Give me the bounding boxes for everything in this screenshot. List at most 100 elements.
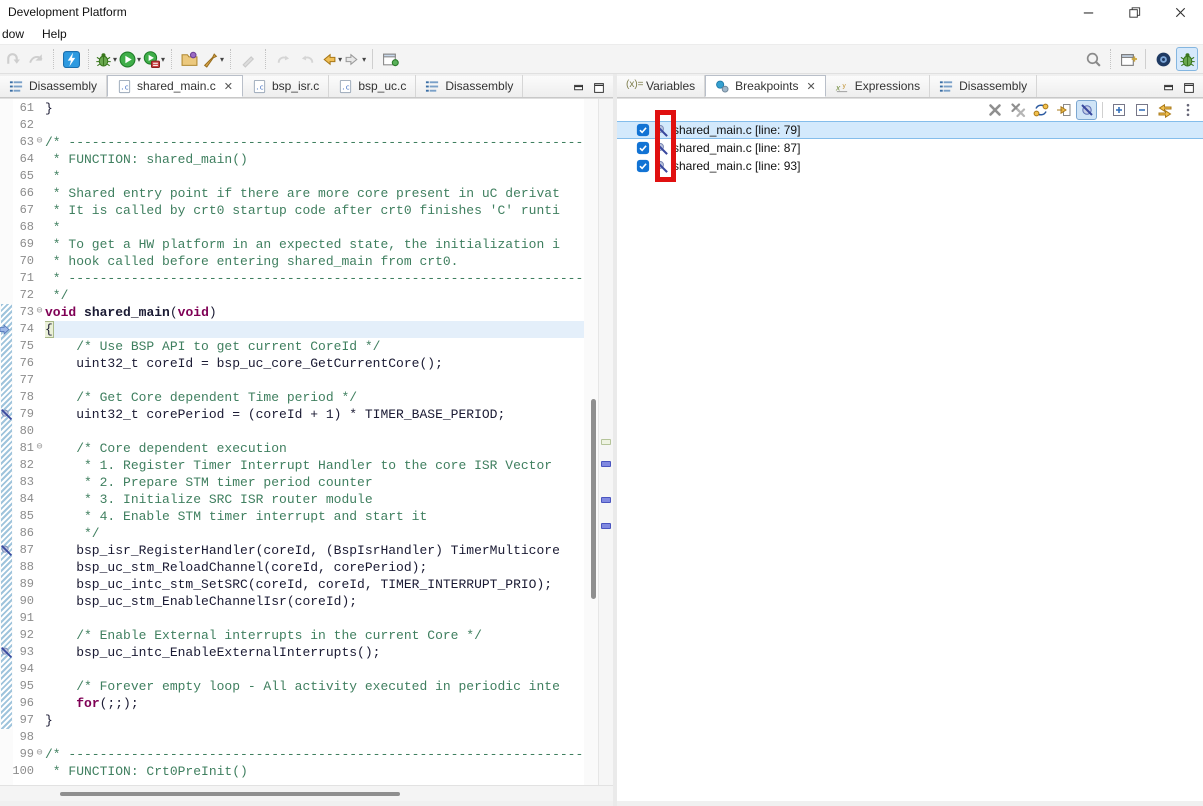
code-line-91[interactable]: 91 bbox=[0, 610, 584, 627]
debug-perspective-icon[interactable] bbox=[1176, 47, 1198, 71]
collapse-all-icon[interactable] bbox=[1131, 100, 1152, 120]
minimize-view-icon[interactable] bbox=[569, 79, 589, 97]
code-line-62[interactable]: 62 bbox=[0, 117, 584, 134]
maximize-view-icon[interactable] bbox=[589, 79, 609, 97]
code-line-68[interactable]: 68 * bbox=[0, 219, 584, 236]
expand-all-icon[interactable] bbox=[1108, 100, 1129, 120]
editor-tab-disassembly[interactable]: Disassembly bbox=[0, 75, 107, 97]
code-line-83[interactable]: 83 * 2. Prepare STM timer period counter bbox=[0, 474, 584, 491]
fold-collapse-icon[interactable]: ⊖ bbox=[34, 134, 45, 151]
code-line-61[interactable]: 61} bbox=[0, 100, 584, 117]
breakpoint-checkbox[interactable] bbox=[636, 141, 650, 155]
code-line-75[interactable]: 75 /* Use BSP API to get current CoreId … bbox=[0, 338, 584, 355]
overview-breakpoint-marker[interactable] bbox=[601, 497, 611, 503]
code-line-79[interactable]: 79 uint32_t corePeriod = (coreId + 1) * … bbox=[0, 406, 584, 423]
breakpoint-checkbox[interactable] bbox=[636, 159, 650, 173]
open-perspective-icon[interactable] bbox=[1117, 47, 1139, 71]
remove-selected-breakpoints-icon[interactable] bbox=[984, 100, 1005, 120]
code-line-78[interactable]: 78 /* Get Core dependent Time period */ bbox=[0, 389, 584, 406]
code-line-89[interactable]: 89 bsp_uc_intc_stm_SetSRC(coreId, coreId… bbox=[0, 576, 584, 593]
maximize-view-icon[interactable] bbox=[1179, 79, 1199, 97]
code-line-96[interactable]: 96 for(;;); bbox=[0, 695, 584, 712]
external-tools-icon[interactable]: ▾ bbox=[202, 47, 224, 71]
panel-tab-disassembly[interactable]: Disassembly bbox=[930, 75, 1037, 97]
code-line-69[interactable]: 69 * To get a HW platform in an expected… bbox=[0, 236, 584, 253]
code-line-80[interactable]: 80 bbox=[0, 423, 584, 440]
code-line-77[interactable]: 77 bbox=[0, 372, 584, 389]
code-line-73[interactable]: 73⊖void shared_main(void) bbox=[0, 304, 584, 321]
code-line-66[interactable]: 66 * Shared entry point if there are mor… bbox=[0, 185, 584, 202]
run-icon[interactable]: ▾ bbox=[119, 47, 141, 71]
forward-history-icon[interactable]: ▾ bbox=[344, 47, 366, 71]
restore-icon[interactable] bbox=[1111, 0, 1157, 24]
overview-current-line-marker[interactable] bbox=[601, 439, 611, 445]
code-line-74[interactable]: 74{ bbox=[0, 321, 584, 338]
editor-tab-bsp-isr-c[interactable]: .cbsp_isr.c bbox=[243, 75, 329, 97]
panel-tab-breakpoints[interactable]: Breakpoints✕ bbox=[705, 75, 826, 97]
open-element-icon[interactable] bbox=[178, 47, 200, 71]
code-line-100[interactable]: 100 * FUNCTION: Crt0PreInit() bbox=[0, 763, 584, 780]
tab-close-icon[interactable]: ✕ bbox=[224, 80, 233, 93]
code-line-71[interactable]: 71 * -----------------------------------… bbox=[0, 270, 584, 287]
editor-tab-disassembly[interactable]: Disassembly bbox=[416, 75, 523, 97]
link-with-debug-view-icon[interactable] bbox=[1154, 100, 1175, 120]
code-line-70[interactable]: 70 * hook called before entering shared_… bbox=[0, 253, 584, 270]
remove-all-breakpoints-icon[interactable] bbox=[1007, 100, 1028, 120]
code-line-95[interactable]: 95 /* Forever empty loop - All activity … bbox=[0, 678, 584, 695]
forward-history-dropdown-icon[interactable]: ▾ bbox=[362, 55, 366, 64]
minimize-view-icon[interactable] bbox=[1159, 79, 1179, 97]
code-line-63[interactable]: 63⊖/* ----------------------------------… bbox=[0, 134, 584, 151]
code-line-99[interactable]: 99⊖/* ----------------------------------… bbox=[0, 746, 584, 763]
code-line-93[interactable]: 93 bsp_uc_intc_EnableExternalInterrupts(… bbox=[0, 644, 584, 661]
menu-item-dow[interactable]: dow bbox=[0, 25, 33, 43]
overview-breakpoint-marker[interactable] bbox=[601, 523, 611, 529]
code-editor[interactable]: 61}6263⊖/* -----------------------------… bbox=[0, 98, 613, 785]
debug-icon[interactable]: ▾ bbox=[95, 47, 117, 71]
overview-breakpoint-marker[interactable] bbox=[601, 461, 611, 467]
code-line-84[interactable]: 84 * 3. Initialize SRC ISR router module bbox=[0, 491, 584, 508]
fold-collapse-icon[interactable]: ⊖ bbox=[34, 440, 45, 457]
run-dropdown-icon[interactable]: ▾ bbox=[137, 55, 141, 64]
editor-tab-shared-main-c[interactable]: .cshared_main.c✕ bbox=[107, 75, 243, 97]
fold-collapse-icon[interactable]: ⊖ bbox=[34, 746, 45, 763]
search-icon[interactable] bbox=[1082, 47, 1104, 71]
debug-dropdown-icon[interactable]: ▾ bbox=[113, 55, 117, 64]
code-line-85[interactable]: 85 * 4. Enable STM timer interrupt and s… bbox=[0, 508, 584, 525]
vertical-scrollbar-thumb[interactable] bbox=[591, 399, 596, 599]
code-line-92[interactable]: 92 /* Enable External interrupts in the … bbox=[0, 627, 584, 644]
flash-programmer-icon[interactable] bbox=[60, 47, 82, 71]
back-history-icon[interactable]: ▾ bbox=[320, 47, 342, 71]
horizontal-scrollbar-thumb[interactable] bbox=[60, 792, 400, 796]
overview-ruler[interactable] bbox=[598, 99, 613, 785]
code-line-87[interactable]: 87 bsp_isr_RegisterHandler(coreId, (BspI… bbox=[0, 542, 584, 559]
editor-tab-bsp-uc-c[interactable]: .cbsp_uc.c bbox=[329, 75, 416, 97]
horizontal-scrollbar[interactable] bbox=[0, 785, 613, 801]
code-line-97[interactable]: 97} bbox=[0, 712, 584, 729]
code-line-88[interactable]: 88 bsp_uc_stm_ReloadChannel(coreId, core… bbox=[0, 559, 584, 576]
code-line-94[interactable]: 94 bbox=[0, 661, 584, 678]
show-breakpoints-for-target-icon[interactable] bbox=[1030, 100, 1051, 120]
run-configurations-dropdown-icon[interactable]: ▾ bbox=[161, 55, 165, 64]
breakpoint-row[interactable]: shared_main.c [line: 93] bbox=[617, 157, 1203, 175]
code-line-65[interactable]: 65 * bbox=[0, 168, 584, 185]
tab-close-icon[interactable]: ✕ bbox=[807, 80, 816, 93]
breakpoint-row[interactable]: shared_main.c [line: 79] bbox=[617, 121, 1203, 139]
close-icon[interactable] bbox=[1157, 0, 1203, 24]
back-history-dropdown-icon[interactable]: ▾ bbox=[338, 55, 342, 64]
cpp-perspective-icon[interactable] bbox=[1152, 47, 1174, 71]
external-tools-dropdown-icon[interactable]: ▾ bbox=[220, 55, 224, 64]
minimize-icon[interactable] bbox=[1065, 0, 1111, 24]
panel-tab-variables[interactable]: (x)=Variables bbox=[617, 75, 705, 97]
view-menu-icon[interactable] bbox=[1177, 100, 1198, 120]
panel-tab-expressions[interactable]: xyExpressions bbox=[826, 75, 930, 97]
go-to-file-for-breakpoint-icon[interactable] bbox=[1053, 100, 1074, 120]
menu-item-help[interactable]: Help bbox=[33, 25, 76, 43]
code-line-67[interactable]: 67 * It is called by crt0 startup code a… bbox=[0, 202, 584, 219]
code-line-86[interactable]: 86 */ bbox=[0, 525, 584, 542]
code-line-98[interactable]: 98 bbox=[0, 729, 584, 746]
breakpoint-checkbox[interactable] bbox=[636, 123, 650, 137]
code-line-72[interactable]: 72 */ bbox=[0, 287, 584, 304]
code-line-90[interactable]: 90 bsp_uc_stm_EnableChannelIsr(coreId); bbox=[0, 593, 584, 610]
code-line-82[interactable]: 82 * 1. Register Timer Interrupt Handler… bbox=[0, 457, 584, 474]
code-line-64[interactable]: 64 * FUNCTION: shared_main() bbox=[0, 151, 584, 168]
